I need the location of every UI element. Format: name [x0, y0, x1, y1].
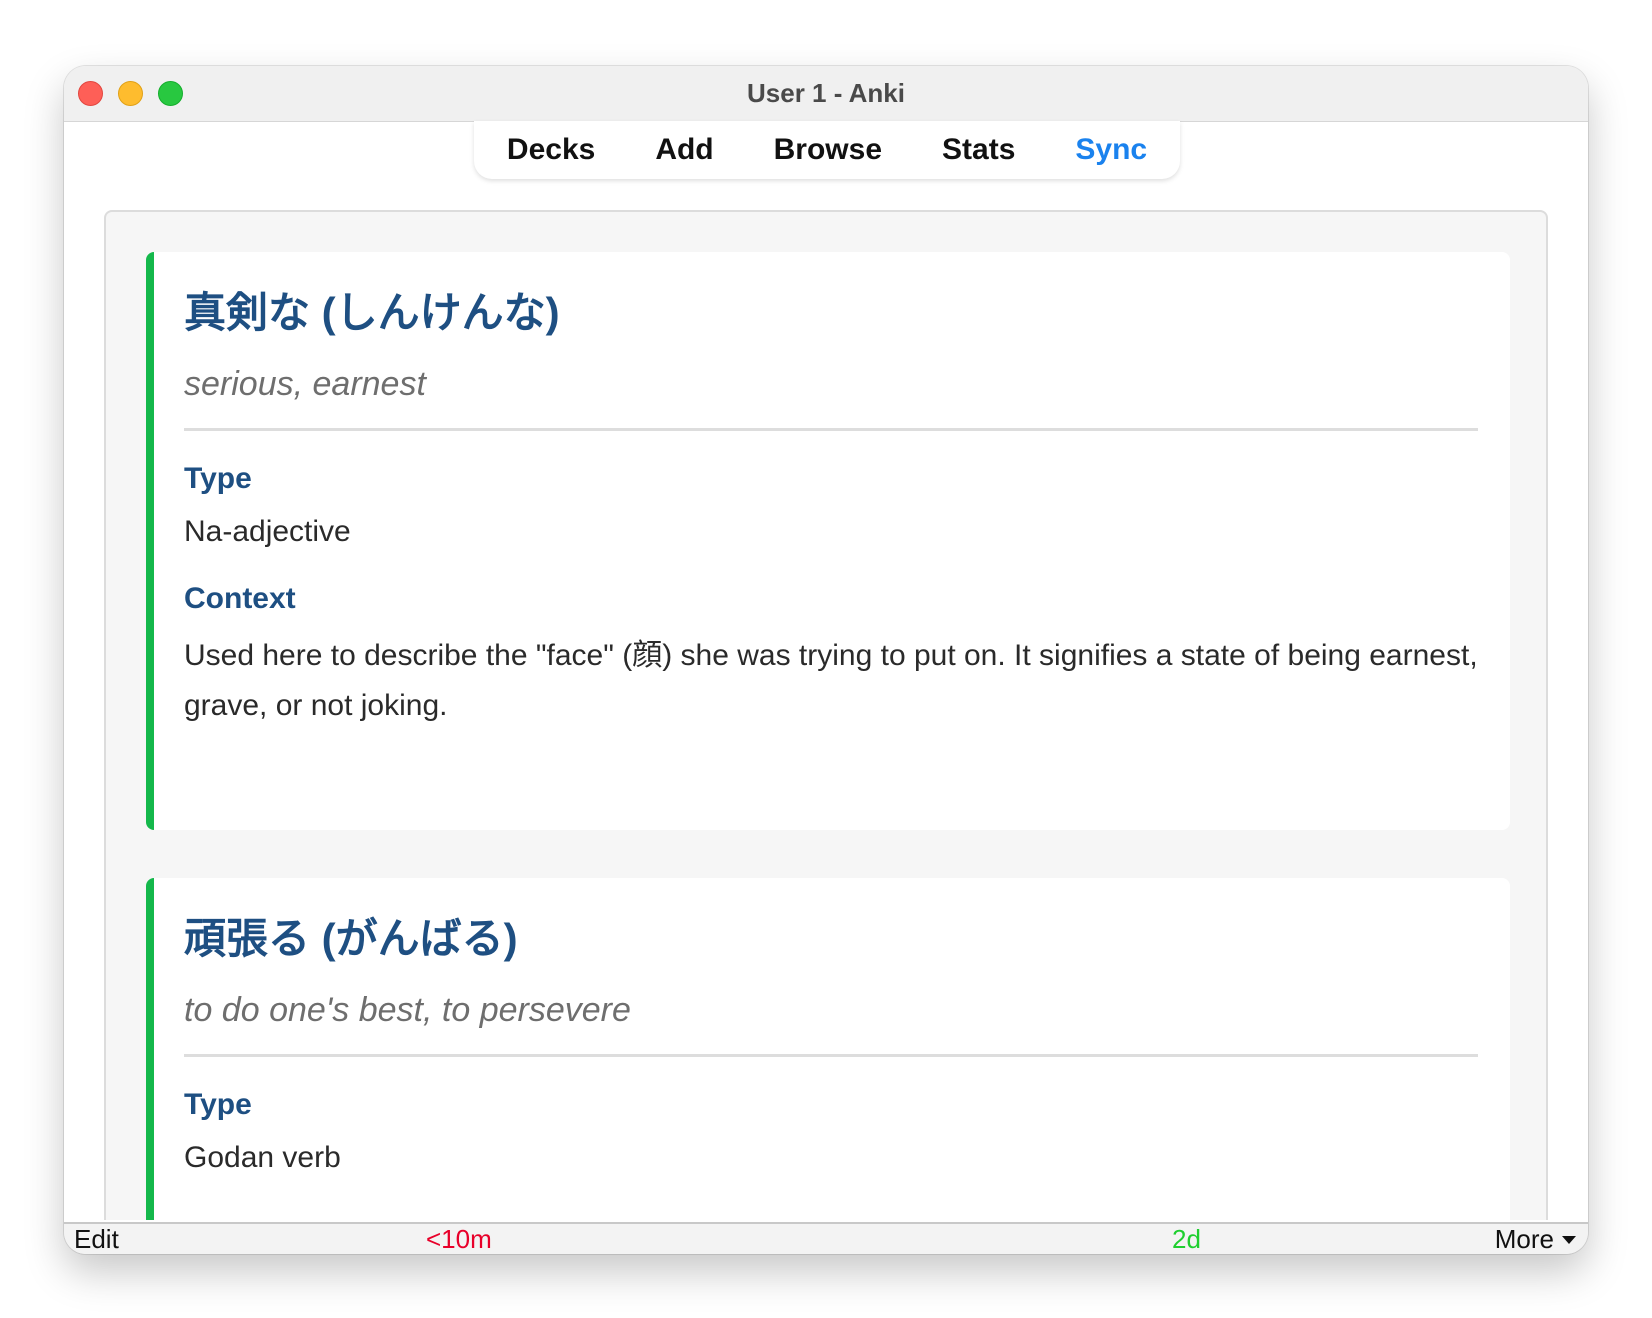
card-word: 真剣な (しんけんな): [184, 289, 560, 336]
title-bar: User 1 - Anki: [64, 66, 1588, 122]
card-divider: [184, 1054, 1478, 1057]
more-button[interactable]: More: [1495, 1224, 1576, 1254]
context-value: Used here to describe the "face" (顔) she…: [184, 639, 1478, 722]
bottom-bar: Edit <10m 2d More: [64, 1222, 1588, 1254]
type-value: Godan verb: [184, 1141, 341, 1174]
nav-decks[interactable]: Decks: [477, 121, 625, 179]
vocab-card: 真剣な (しんけんな) serious, earnest Type Na-adj…: [146, 252, 1510, 830]
context-label: Context: [184, 582, 296, 615]
card-divider: [184, 428, 1478, 431]
good-interval: 2d: [1172, 1224, 1201, 1254]
anki-window: User 1 - Anki Decks Add Browse Stats Syn…: [64, 66, 1588, 1254]
type-value: Na-adjective: [184, 515, 351, 548]
nav-add[interactable]: Add: [625, 121, 743, 179]
nav-sync[interactable]: Sync: [1045, 121, 1177, 179]
card-meaning: serious, earnest: [184, 365, 426, 403]
again-interval: <10m: [426, 1224, 492, 1254]
card-word: 頑張る (がんばる): [184, 915, 518, 962]
type-label: Type: [184, 1088, 252, 1121]
nav-browse[interactable]: Browse: [744, 121, 912, 179]
top-toolbar: Decks Add Browse Stats Sync: [474, 121, 1180, 179]
window-title: User 1 - Anki: [747, 78, 905, 108]
vocab-card: 頑張る (がんばる) to do one's best, to persever…: [146, 878, 1510, 1220]
reviewer-area[interactable]: 真剣な (しんけんな) serious, earnest Type Na-adj…: [104, 210, 1548, 1220]
chevron-down-icon: [1562, 1235, 1576, 1244]
edit-button[interactable]: Edit: [74, 1224, 119, 1254]
type-label: Type: [184, 462, 252, 495]
more-label: More: [1494, 1224, 1554, 1254]
nav-stats[interactable]: Stats: [912, 121, 1045, 179]
card-meaning: to do one's best, to persevere: [184, 991, 631, 1029]
